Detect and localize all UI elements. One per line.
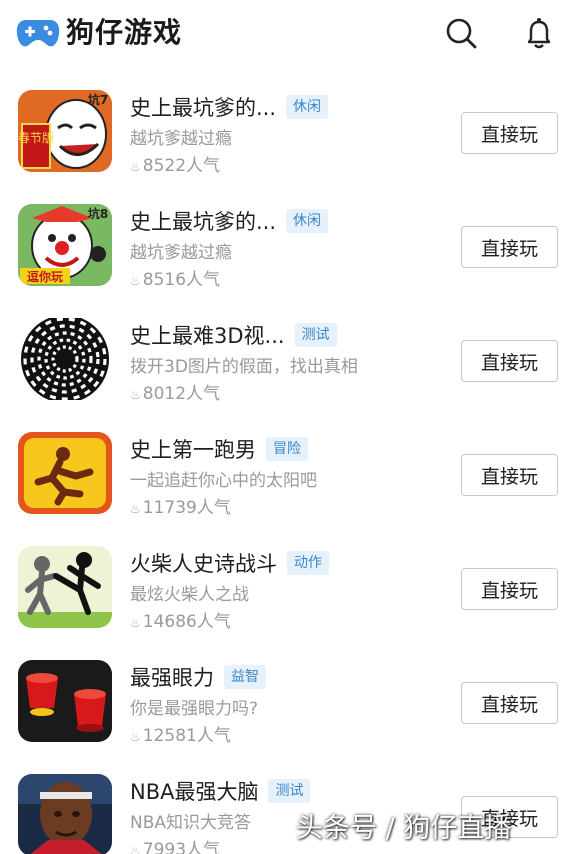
svg-text:坑7: 坑7: [88, 92, 108, 107]
game-title: 最强眼力: [130, 666, 214, 690]
popularity-count: ♨ 12581人气: [130, 726, 231, 746]
list-item[interactable]: 火柴人史诗战斗 动作 最炫火柴人之战 ♨ 14686人气 直接玩: [0, 532, 574, 646]
gamepad-logo-icon: [16, 20, 60, 47]
play-button[interactable]: 直接玩: [461, 568, 558, 610]
stickman-fight-icon: [18, 546, 112, 628]
running-man-icon: [18, 432, 112, 514]
game-title: 史上最坑爹的...: [130, 210, 277, 234]
category-tag: 冒险: [266, 437, 308, 461]
game-title-line: 史上第一跑男 冒险: [130, 434, 308, 464]
game-description: NBA知识大竞答: [130, 813, 252, 833]
category-tag: 测试: [268, 779, 311, 803]
game-title: 史上最难3D视...: [130, 324, 285, 348]
optical-illusion-icon: [18, 318, 112, 400]
game-description: 一起追赶你心中的太阳吧: [130, 471, 317, 491]
play-button[interactable]: 直接玩: [461, 454, 558, 496]
fire-icon: ♨: [130, 274, 141, 288]
play-button[interactable]: 直接玩: [461, 112, 558, 154]
category-tag: 休闲: [286, 95, 329, 119]
game-title: 史上最坑爹的...: [130, 96, 277, 120]
fire-icon: ♨: [130, 844, 141, 854]
fire-icon: ♨: [130, 388, 141, 402]
popularity-count: ♨ 8012人气: [130, 384, 221, 404]
category-tag: 动作: [287, 551, 329, 575]
popularity-count: ♨ 8522人气: [130, 156, 221, 176]
app-title: 狗仔游戏: [66, 16, 183, 49]
play-button[interactable]: 直接玩: [461, 226, 558, 268]
list-item[interactable]: 史上第一跑男 冒险 一起追赶你心中的太阳吧 ♨ 11739人气 直接玩: [0, 418, 574, 532]
svg-text:春节版: 春节版: [18, 131, 54, 145]
game-title-line: 史上最难3D视... 测试: [130, 320, 337, 350]
game-description: 你是最强眼力吗?: [130, 699, 259, 719]
game-title-line: 史上最坑爹的... 休闲: [130, 92, 329, 122]
game-title-line: NBA最强大脑 测试: [130, 776, 311, 806]
svg-text:坑8: 坑8: [88, 206, 108, 221]
fire-icon: ♨: [130, 160, 141, 174]
watermark-text: 头条号 / 狗仔直播: [296, 813, 512, 844]
category-tag: 益智: [224, 665, 266, 689]
game-title-line: 史上最坑爹的... 休闲: [130, 206, 329, 236]
clown-face-icon: 逗你玩 坑8: [18, 204, 112, 286]
category-tag: 休闲: [286, 209, 329, 233]
bell-icon[interactable]: [520, 14, 558, 52]
game-title: NBA最强大脑: [130, 780, 259, 804]
game-description: 越坑爹越过瘾: [130, 129, 232, 149]
list-item[interactable]: 逗你玩 坑8 史上最坑爹的... 休闲 越坑爹越过瘾 ♨ 8516人气 直接玩: [0, 190, 574, 304]
troll-face-spring-icon: 春节版 坑7: [18, 90, 112, 172]
game-title-line: 最强眼力 益智: [130, 662, 266, 692]
basketball-player-icon: [18, 774, 112, 854]
list-item[interactable]: 最强眼力 益智 你是最强眼力吗? ♨ 12581人气 直接玩: [0, 646, 574, 760]
game-description: 越坑爹越过瘾: [130, 243, 232, 263]
popularity-count: ♨ 11739人气: [130, 498, 231, 518]
popularity-count: ♨ 14686人气: [130, 612, 231, 632]
search-icon[interactable]: [442, 14, 480, 52]
list-item[interactable]: 史上最难3D视... 测试 拨开3D图片的假面，找出真相 ♨ 8012人气 直接玩: [0, 304, 574, 418]
game-title: 火柴人史诗战斗: [130, 552, 277, 576]
game-description: 拨开3D图片的假面，找出真相: [130, 357, 358, 377]
list-item[interactable]: 春节版 坑7 史上最坑爹的... 休闲 越坑爹越过瘾 ♨ 8522人气 直接玩: [0, 76, 574, 190]
fire-icon: ♨: [130, 730, 141, 744]
play-button[interactable]: 直接玩: [461, 682, 558, 724]
popularity-count: ♨ 8516人气: [130, 270, 221, 290]
fire-icon: ♨: [130, 502, 141, 516]
app-header: 狗仔游戏: [0, 0, 574, 72]
popularity-count: ♨ 7993人气: [130, 835, 220, 854]
cups-icon: [18, 660, 112, 742]
play-button[interactable]: 直接玩: [461, 340, 558, 382]
game-description: 最炫火柴人之战: [130, 585, 249, 605]
category-tag: 测试: [294, 323, 337, 347]
game-title: 史上第一跑男: [130, 438, 256, 462]
fire-icon: ♨: [130, 616, 141, 630]
svg-text:逗你玩: 逗你玩: [27, 269, 63, 284]
game-title-line: 火柴人史诗战斗 动作: [130, 548, 329, 578]
